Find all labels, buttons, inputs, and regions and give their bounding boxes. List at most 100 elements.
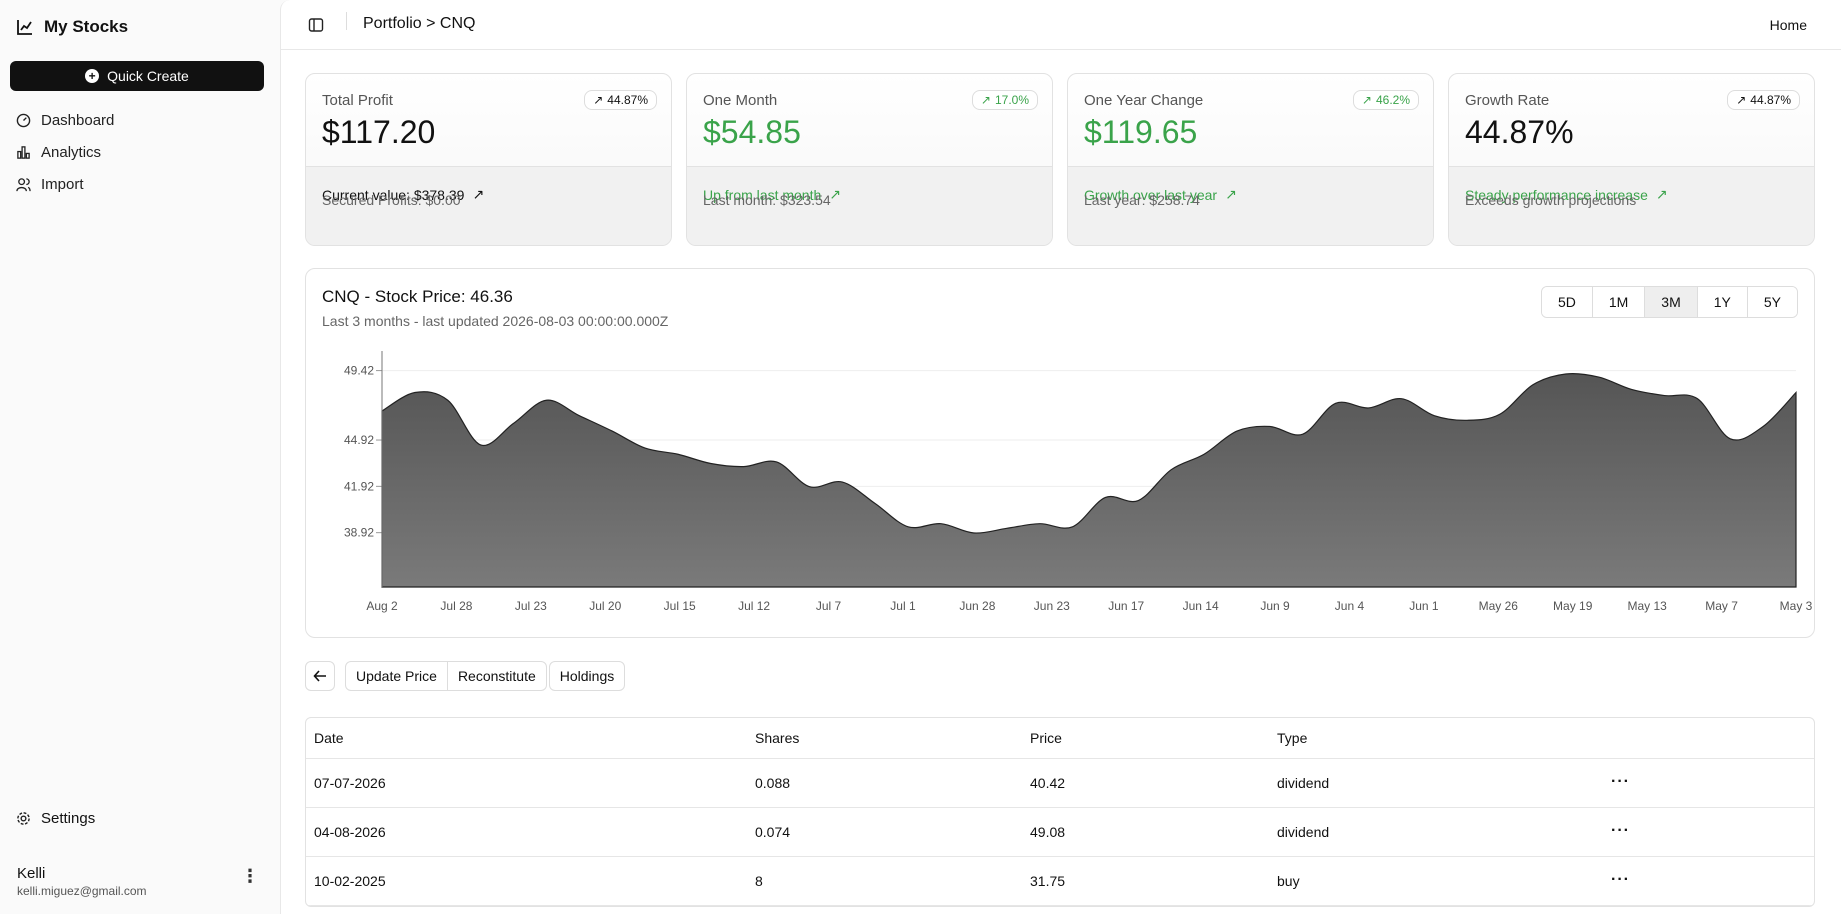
sidebar: My Stocks + Quick Create Dashboard Analy… <box>0 0 280 914</box>
x-tick-label: Jul 28 <box>440 599 472 613</box>
x-tick-label: May 3 <box>1780 599 1813 613</box>
trend-badge: ↗ 46.2% <box>1352 90 1419 110</box>
price-area-series <box>381 372 1797 588</box>
card-label: Total Profit <box>322 92 393 109</box>
card-value: $119.65 <box>1084 114 1198 150</box>
reconstitute-button[interactable]: Reconstitute <box>447 661 547 691</box>
range-button-1y[interactable]: 1Y <box>1697 287 1748 317</box>
x-tick-label: Jun 23 <box>1034 599 1070 613</box>
card-value: 44.87% <box>1465 114 1574 150</box>
user-name: Kelli <box>17 865 46 882</box>
more-horizontal-icon[interactable]: ··· <box>1611 759 1630 804</box>
x-tick-label: Jul 23 <box>515 599 547 613</box>
main-content: Portfolio > CNQ Home Total Profit ↗ 44.87… <box>280 0 1841 914</box>
update-price-button[interactable]: Update Price <box>345 661 448 691</box>
range-button-5y[interactable]: 5Y <box>1747 287 1797 317</box>
bar-chart-icon <box>17 145 30 159</box>
x-tick-label: Jun 14 <box>1183 599 1219 613</box>
sidebar-item-import[interactable]: Import <box>16 168 266 200</box>
range-button-3m[interactable]: 3M <box>1645 287 1698 317</box>
badge-text: 46.2% <box>1375 93 1410 107</box>
cell-date: 04-08-2026 <box>314 824 386 840</box>
home-link[interactable]: Home <box>1770 17 1807 33</box>
trend-badge: ↗ 44.87% <box>584 90 657 110</box>
quick-create-label: Quick Create <box>107 68 189 84</box>
stat-card-one-month: One Month ↗ 17.0% $54.85 Up from last mon… <box>686 73 1053 246</box>
sidebar-nav: Dashboard Analytics Import <box>16 104 266 200</box>
x-tick-label: Jun 4 <box>1335 599 1365 613</box>
badge-text: 17.0% <box>994 93 1029 107</box>
sidebar-toggle-icon[interactable] <box>308 17 324 33</box>
trend-up-icon: ↗ <box>829 186 841 202</box>
gear-icon <box>17 812 30 825</box>
cell-price: 40.42 <box>1030 775 1066 791</box>
sidebar-item-analytics[interactable]: Analytics <box>16 136 266 168</box>
user-email: kelli.miguez@gmail.com <box>17 884 147 898</box>
x-tick-label: May 13 <box>1627 599 1667 613</box>
stat-card-one-year: One Year Change ↗ 46.2% $119.65 Growth ov… <box>1067 73 1434 246</box>
cell-price: 31.75 <box>1030 873 1066 889</box>
card-label: Growth Rate <box>1465 92 1550 109</box>
user-profile[interactable]: Kelli kelli.miguez@gmail.com <box>17 865 147 898</box>
range-button-1m[interactable]: 1M <box>1592 287 1646 317</box>
y-tick-label: 44.92 <box>344 433 374 447</box>
sidebar-item-dashboard[interactable]: Dashboard <box>16 104 266 136</box>
line-chart-icon <box>17 20 32 35</box>
y-tick-label: 49.42 <box>344 364 374 378</box>
cell-type: buy <box>1277 873 1300 889</box>
sidebar-item-settings[interactable]: Settings <box>16 810 95 827</box>
back-button[interactable] <box>305 661 335 691</box>
y-tick-label: 38.92 <box>344 526 374 540</box>
cell-date: 07-07-2026 <box>314 775 386 791</box>
more-horizontal-icon[interactable]: ··· <box>1611 808 1630 853</box>
card-footer-secondary: Secured Profits: $0.00 <box>322 192 461 208</box>
brand[interactable]: My Stocks <box>16 17 128 37</box>
topbar-divider <box>346 12 347 30</box>
x-tick-label: Jun 1 <box>1409 599 1439 613</box>
cell-type: dividend <box>1277 775 1330 791</box>
trend-badge: ↗ 17.0% <box>971 90 1038 110</box>
trend-up-icon: ↗ <box>593 93 604 107</box>
breadcrumb: Portfolio > CNQ <box>363 15 476 32</box>
x-tick-label: Jun 28 <box>959 599 995 613</box>
x-tick-label: Jul 12 <box>738 599 770 613</box>
transactions-table: Date Shares Price Type 07-07-2026 0.088 … <box>305 717 1815 907</box>
cell-shares: 8 <box>755 873 763 889</box>
y-tick-label: 41.92 <box>344 479 374 493</box>
arrow-left-icon <box>313 670 326 682</box>
x-tick-label: May 19 <box>1553 599 1593 613</box>
badge-text: 44.87% <box>1750 93 1791 107</box>
column-header-shares[interactable]: Shares <box>755 718 799 759</box>
cell-price: 49.08 <box>1030 824 1066 840</box>
sidebar-item-label: Dashboard <box>41 111 115 129</box>
sidebar-item-label: Analytics <box>41 143 102 161</box>
users-icon <box>16 177 31 191</box>
brand-label: My Stocks <box>44 17 129 36</box>
holdings-button[interactable]: Holdings <box>548 661 626 691</box>
trend-up-icon: ↗ <box>1225 186 1237 202</box>
card-footer-secondary: Last year: $258.74 <box>1084 192 1200 208</box>
range-button-5d[interactable]: 5D <box>1541 287 1593 317</box>
card-value: $54.85 <box>703 114 801 150</box>
column-header-price[interactable]: Price <box>1030 718 1062 759</box>
x-tick-label: May 26 <box>1479 599 1519 613</box>
quick-create-button[interactable]: + Quick Create <box>10 61 264 91</box>
topbar: Portfolio > CNQ Home <box>281 0 1841 50</box>
card-label: One Month <box>703 92 778 109</box>
x-tick-label: May 7 <box>1705 599 1738 613</box>
trend-up-icon: ↗ <box>1655 186 1668 202</box>
x-tick-label: Jul 15 <box>664 599 696 613</box>
chart-title: CNQ - Stock Price: 46.36 <box>322 287 513 306</box>
stat-card-growth-rate: Growth Rate ↗ 44.87% 44.87% Steady perfor… <box>1448 73 1815 246</box>
settings-label: Settings <box>41 810 96 827</box>
table-row[interactable]: 10-02-2025 8 31.75 buy ··· <box>306 857 1814 906</box>
column-header-date[interactable]: Date <box>314 718 344 759</box>
more-vertical-icon[interactable]: ⋮ <box>241 867 259 885</box>
table-row[interactable]: 04-08-2026 0.074 49.08 dividend ··· <box>306 808 1814 857</box>
chart-subtitle: Last 3 months - last updated 2026-08-03 … <box>322 313 669 329</box>
table-row[interactable]: 07-07-2026 0.088 40.42 dividend ··· <box>306 759 1814 808</box>
trend-up-icon: ↗ <box>472 186 485 202</box>
more-horizontal-icon[interactable]: ··· <box>1611 857 1630 902</box>
column-header-type[interactable]: Type <box>1277 718 1307 759</box>
x-tick-label: Jul 1 <box>890 599 916 613</box>
